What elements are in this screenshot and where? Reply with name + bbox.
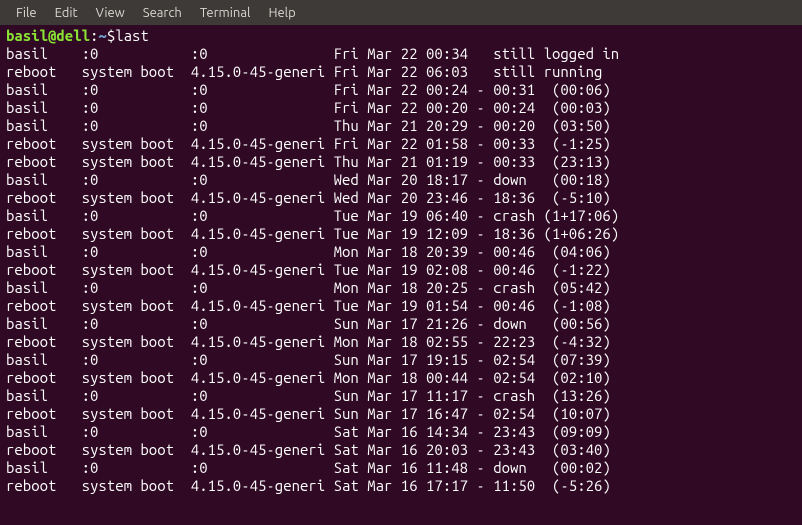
output-line: basil :0 :0 Tue Mar 19 06:40 - crash (1+… — [6, 207, 796, 225]
output-line: basil :0 :0 Mon Mar 18 20:25 - crash (05… — [6, 279, 796, 297]
output-line: basil :0 :0 Sat Mar 16 14:34 - 23:43 (09… — [6, 423, 796, 441]
output-line: reboot system boot 4.15.0-45-generi Mon … — [6, 333, 796, 351]
output-line: reboot system boot 4.15.0-45-generi Mon … — [6, 369, 796, 387]
output-line: basil :0 :0 Mon Mar 18 20:39 - 00:46 (04… — [6, 243, 796, 261]
output-line: reboot system boot 4.15.0-45-generi Wed … — [6, 189, 796, 207]
prompt-user-host: basil@dell — [6, 27, 90, 45]
output-line: reboot system boot 4.15.0-45-generi Thu … — [6, 153, 796, 171]
output-line: reboot system boot 4.15.0-45-generi Sat … — [6, 477, 796, 495]
output-line: basil :0 :0 Sun Mar 17 11:17 - crash (13… — [6, 387, 796, 405]
prompt-dollar: $ — [107, 27, 115, 45]
output-line: reboot system boot 4.15.0-45-generi Tue … — [6, 225, 796, 243]
output-line: reboot system boot 4.15.0-45-generi Tue … — [6, 261, 796, 279]
output-line: reboot system boot 4.15.0-45-generi Sat … — [6, 441, 796, 459]
menubar: File Edit View Search Terminal Help — [0, 0, 802, 25]
prompt-colon: : — [90, 27, 98, 45]
prompt-path: ~ — [98, 27, 106, 45]
output-line: basil :0 :0 Sun Mar 17 19:15 - 02:54 (07… — [6, 351, 796, 369]
menu-edit[interactable]: Edit — [47, 2, 86, 24]
output-container: basil :0 :0 Fri Mar 22 00:34 still logge… — [6, 45, 796, 495]
menu-view[interactable]: View — [88, 2, 133, 24]
output-line: reboot system boot 4.15.0-45-generi Tue … — [6, 297, 796, 315]
command-text: last — [115, 27, 149, 45]
output-line: reboot system boot 4.15.0-45-generi Fri … — [6, 135, 796, 153]
output-line: basil :0 :0 Fri Mar 22 00:20 - 00:24 (00… — [6, 99, 796, 117]
menu-search[interactable]: Search — [135, 2, 190, 24]
output-line: basil :0 :0 Sat Mar 16 11:48 - down (00:… — [6, 459, 796, 477]
menu-help[interactable]: Help — [260, 2, 303, 24]
output-line: basil :0 :0 Fri Mar 22 00:24 - 00:31 (00… — [6, 81, 796, 99]
menu-file[interactable]: File — [8, 2, 45, 24]
output-line: basil :0 :0 Fri Mar 22 00:34 still logge… — [6, 45, 796, 63]
output-line: reboot system boot 4.15.0-45-generi Sun … — [6, 405, 796, 423]
terminal-area[interactable]: basil@dell:~$ last basil :0 :0 Fri Mar 2… — [0, 25, 802, 497]
prompt-line: basil@dell:~$ last — [6, 27, 796, 45]
output-line: basil :0 :0 Wed Mar 20 18:17 - down (00:… — [6, 171, 796, 189]
output-line: basil :0 :0 Sun Mar 17 21:26 - down (00:… — [6, 315, 796, 333]
output-line: reboot system boot 4.15.0-45-generi Fri … — [6, 63, 796, 81]
menu-terminal[interactable]: Terminal — [192, 2, 259, 24]
output-line: basil :0 :0 Thu Mar 21 20:29 - 00:20 (03… — [6, 117, 796, 135]
